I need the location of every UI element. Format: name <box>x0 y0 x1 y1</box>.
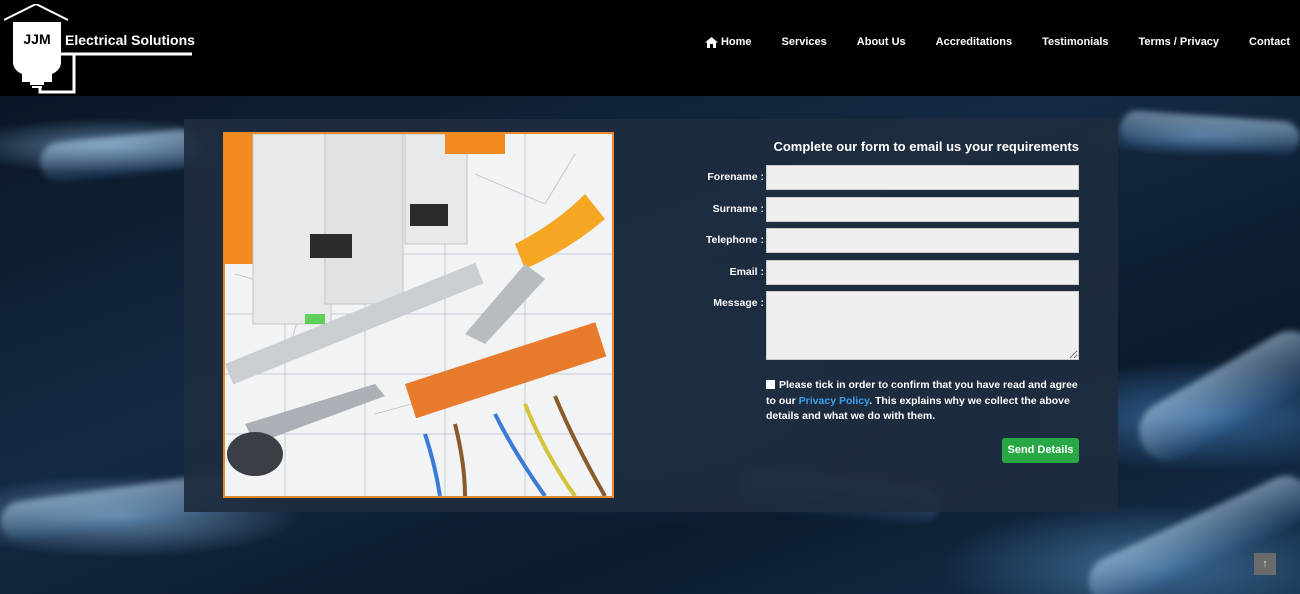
privacy-policy-link[interactable]: Privacy Policy <box>799 395 869 407</box>
logo[interactable]: JJM Electrical Solutions <box>3 2 200 94</box>
electrical-components-image <box>223 132 614 498</box>
forename-row: Forename : <box>704 165 1079 190</box>
background-wire <box>38 127 202 185</box>
email-row: Email : <box>704 260 1079 285</box>
surname-input[interactable] <box>766 197 1079 222</box>
contact-panel: Complete our form to email us your requi… <box>184 119 1118 512</box>
nav-about-us[interactable]: About Us <box>842 36 921 48</box>
message-textarea[interactable] <box>766 291 1079 360</box>
nav-home-label: Home <box>720 36 752 48</box>
nav-accreditations[interactable]: Accreditations <box>921 36 1027 48</box>
forename-label: Forename : <box>707 171 764 183</box>
scroll-to-top-button[interactable]: ↑ <box>1254 553 1276 575</box>
background-wire <box>1119 109 1300 157</box>
nav-home[interactable]: Home <box>690 36 767 48</box>
background-wire <box>1128 320 1300 472</box>
privacy-consent: Please tick in order to confirm that you… <box>766 378 1081 425</box>
logo-name: Electrical Solutions <box>65 32 195 48</box>
email-label: Email : <box>729 266 764 278</box>
surname-label: Surname : <box>712 203 764 215</box>
nav-testimonials-label: Testimonials <box>1042 36 1109 48</box>
home-icon <box>704 36 718 48</box>
nav-services[interactable]: Services <box>767 36 842 48</box>
message-row: Message : <box>704 291 1079 360</box>
logo-initials: JJM <box>23 31 50 47</box>
nav-services-label: Services <box>781 36 827 48</box>
telephone-row: Telephone : <box>704 228 1079 253</box>
nav-accreditations-label: Accreditations <box>935 36 1013 48</box>
message-label: Message : <box>713 297 764 309</box>
telephone-input[interactable] <box>766 228 1079 253</box>
send-details-button[interactable]: Send Details <box>1002 438 1079 463</box>
main-nav: Home Services About Us Accreditations Te… <box>690 36 1290 48</box>
nav-contact-label: Contact <box>1249 36 1290 48</box>
nav-terms-privacy-label: Terms / Privacy <box>1138 36 1220 48</box>
telephone-label: Telephone : <box>705 234 764 246</box>
forename-input[interactable] <box>766 165 1079 190</box>
surname-row: Surname : <box>704 197 1079 222</box>
site-header: JJM Electrical Solutions Home Services A… <box>0 0 1300 96</box>
arrow-up-icon: ↑ <box>1262 558 1268 570</box>
nav-terms-privacy[interactable]: Terms / Privacy <box>1124 36 1235 48</box>
form-title: Complete our form to email us your requi… <box>773 139 1079 154</box>
nav-about-us-label: About Us <box>856 36 906 48</box>
email-input[interactable] <box>766 260 1079 285</box>
nav-contact[interactable]: Contact <box>1234 36 1290 48</box>
nav-testimonials[interactable]: Testimonials <box>1027 36 1123 48</box>
consent-checkbox[interactable] <box>766 380 775 389</box>
